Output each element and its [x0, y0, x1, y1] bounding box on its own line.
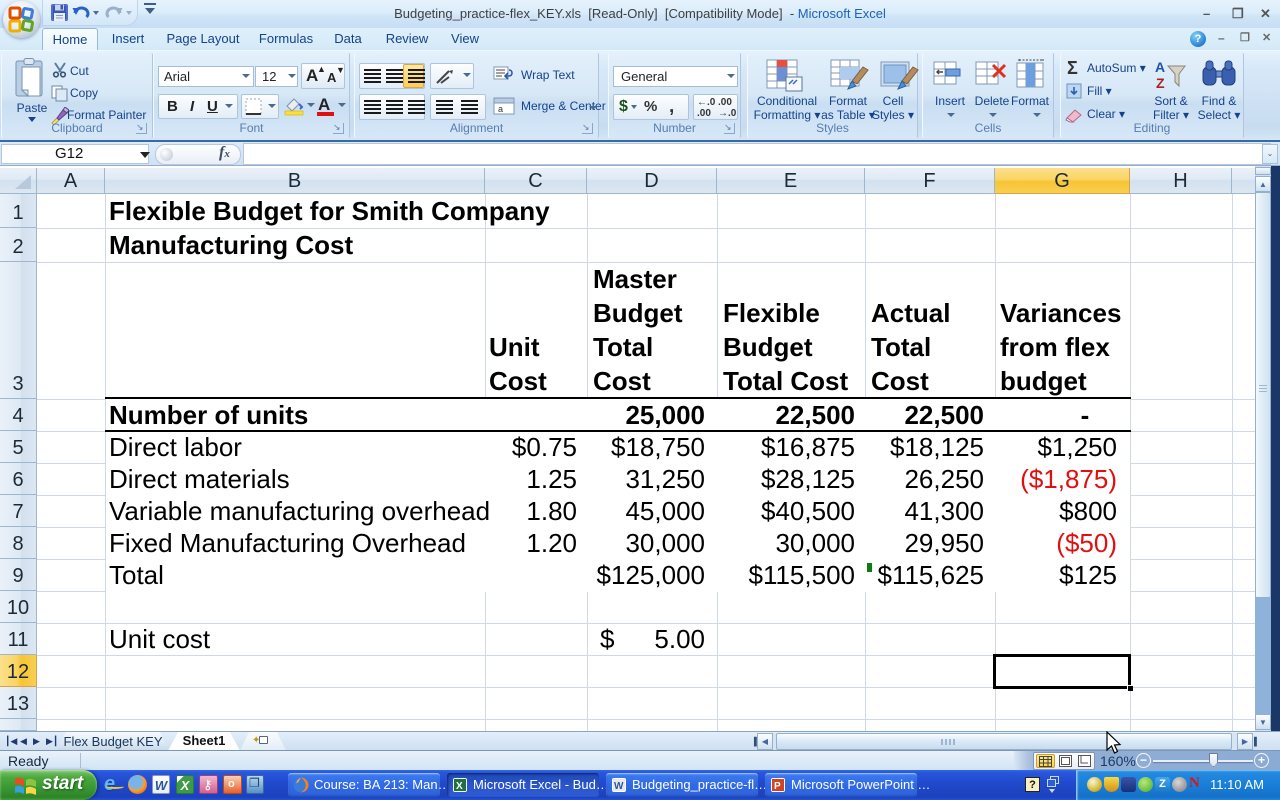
- svg-text:P: P: [774, 781, 781, 792]
- svg-text:X: X: [456, 781, 463, 792]
- svg-text:Z: Z: [1156, 75, 1165, 91]
- svg-text:W: W: [614, 781, 624, 792]
- svg-text:a: a: [498, 104, 503, 114]
- svg-text:A: A: [1155, 59, 1165, 75]
